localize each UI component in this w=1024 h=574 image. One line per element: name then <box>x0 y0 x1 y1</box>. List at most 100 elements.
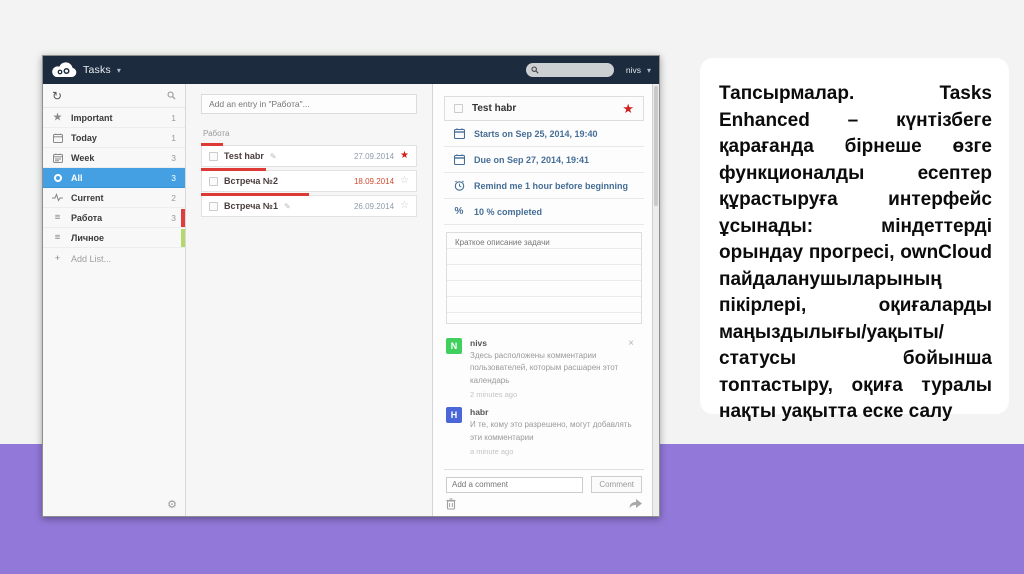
task-name: Test habr <box>224 151 264 161</box>
edit-pencil-icon[interactable]: ✎ <box>284 202 291 211</box>
forward-arrow-icon[interactable] <box>629 499 642 509</box>
sidebar-item-all[interactable]: All 3 <box>43 168 185 188</box>
task-list-panel: Работа Test habr ✎ 27.09.2014 ★ Встреча … <box>186 84 433 516</box>
comment-text: Здесь расположены комментарии пользовате… <box>470 351 619 385</box>
sidebar-item-current[interactable]: Current 2 <box>43 188 185 208</box>
user-menu-caret-icon[interactable]: ▾ <box>647 66 651 75</box>
task-checkbox[interactable] <box>454 104 463 113</box>
sidebar-item-lichnoe[interactable]: ≡ Личное <box>43 228 185 248</box>
task-row[interactable]: Встреча №1 ✎ 26.09.2014 ☆ <box>201 195 417 217</box>
search-box[interactable] <box>525 63 614 77</box>
task-item: Встреча №1 ✎ 26.09.2014 ☆ <box>201 193 417 217</box>
comment-item: N nivs Здесь расположены комментарии пол… <box>446 335 642 404</box>
task-progress-track <box>201 143 417 146</box>
add-list-button[interactable]: + Add List... <box>43 248 185 270</box>
calendar-icon <box>453 154 465 165</box>
task-checkbox[interactable] <box>209 151 218 161</box>
sidebar-item-count: 1 <box>171 132 176 143</box>
comment-author: nivs <box>470 338 488 348</box>
settings-gear-icon[interactable]: ⚙ <box>167 498 177 511</box>
progress-text: 10 % completed <box>474 206 543 217</box>
sidebar-item-today[interactable]: Today 1 <box>43 128 185 148</box>
sidebar-toolbar: ↻ <box>43 84 185 108</box>
due-date-text: Due on Sep 27, 2014, 19:41 <box>474 154 590 165</box>
avatar: N <box>446 338 462 354</box>
task-row[interactable]: Test habr ✎ 27.09.2014 ★ <box>201 145 417 167</box>
close-icon[interactable]: × <box>628 338 634 349</box>
search-input[interactable] <box>541 65 609 75</box>
star-icon[interactable]: ☆ <box>400 176 409 186</box>
slide-text-card: Тапсырмалар. Tasks Enhanced – күнтізбеге… <box>700 58 1009 426</box>
task-row[interactable]: Встреча №2 18.09.2014 ☆ <box>201 170 417 192</box>
avatar: H <box>446 407 462 424</box>
task-progress-bar <box>201 193 309 196</box>
sidebar-item-count: 3 <box>171 212 176 223</box>
app-title[interactable]: Tasks <box>83 64 111 76</box>
window-scrollbar[interactable] <box>652 84 659 516</box>
comment-author: habr <box>470 407 489 418</box>
add-task-input[interactable] <box>201 94 417 114</box>
edit-pencil-icon[interactable]: ✎ <box>270 152 277 161</box>
refresh-icon[interactable]: ↻ <box>52 89 62 103</box>
search-icon <box>531 66 539 74</box>
scrollbar-thumb[interactable] <box>654 86 658 206</box>
task-progress-bar <box>201 168 266 171</box>
percent-icon: % <box>454 206 464 217</box>
list-icon: ≡ <box>54 211 61 223</box>
circle-icon <box>52 173 63 182</box>
delete-trash-icon[interactable] <box>446 498 456 510</box>
calendar-icon <box>52 133 63 143</box>
sidebar-item-week[interactable]: Week 3 <box>43 148 185 168</box>
comment-timestamp: 2 minutes ago <box>470 390 518 400</box>
task-name: Встреча №1 <box>224 201 278 211</box>
task-detail-title: Test habr <box>472 103 517 114</box>
sidebar-item-count: 3 <box>171 172 176 183</box>
task-group-label: Работа <box>203 129 230 138</box>
due-date-row[interactable]: Due on Sep 27, 2014, 19:41 <box>444 147 644 173</box>
app-header: Tasks ▾ nivs ▾ <box>43 56 659 84</box>
add-list-label: Add List... <box>71 254 112 264</box>
add-comment-input[interactable] <box>446 476 584 493</box>
task-due-date: 18.09.2014 <box>353 176 395 186</box>
sidebar-item-rabota[interactable]: ≡ Работа 3 <box>43 208 185 228</box>
user-menu[interactable]: nivs <box>626 65 641 75</box>
sidebar-item-count: 3 <box>171 152 176 163</box>
task-item: Test habr ✎ 27.09.2014 ★ <box>201 143 417 167</box>
reminder-row[interactable]: Remind me 1 hour before beginning <box>444 173 644 199</box>
app-menu-caret-icon[interactable]: ▾ <box>117 66 121 75</box>
alarm-clock-icon <box>453 180 465 191</box>
star-icon: ★ <box>53 111 62 123</box>
owncloud-window: Tasks ▾ nivs ▾ ↻ ★ Important 1 Today 1 W… <box>42 55 660 517</box>
sidebar-item-label: Week <box>71 152 95 163</box>
sidebar-item-label: All <box>71 172 83 183</box>
detail-actions-bar <box>444 493 644 516</box>
star-icon[interactable]: ☆ <box>400 201 409 211</box>
list-icon: ≡ <box>54 231 61 243</box>
sidebar-search-icon[interactable] <box>167 91 176 100</box>
sidebar-item-important[interactable]: ★ Important 1 <box>43 108 185 128</box>
comment-timestamp: a minute ago <box>470 446 514 456</box>
comment-compose-bar: Comment <box>444 469 644 493</box>
progress-row[interactable]: % 10 % completed <box>444 199 644 225</box>
star-icon[interactable]: ★ <box>622 102 634 115</box>
sidebar: ↻ ★ Important 1 Today 1 Week 3 All 3 Cur… <box>43 84 186 516</box>
calendar-icon <box>453 128 465 139</box>
slide-description: Тапсырмалар. Tasks Enhanced – күнтізбеге… <box>719 83 992 422</box>
comment-text: И те, кому это разрешено, могут добавлят… <box>470 420 632 442</box>
sidebar-item-count: 2 <box>171 192 176 203</box>
pulse-icon <box>52 193 63 202</box>
owncloud-logo-icon <box>51 61 77 79</box>
task-progress-track <box>201 193 417 196</box>
start-date-row[interactable]: Starts on Sep 25, 2014, 19:40 <box>444 121 644 147</box>
sidebar-item-label: Личное <box>71 232 105 243</box>
task-progress-bar <box>201 143 223 146</box>
task-checkbox[interactable] <box>209 201 218 211</box>
comment-submit-button[interactable]: Comment <box>591 476 642 493</box>
task-progress-track <box>201 168 417 171</box>
sidebar-item-label: Current <box>71 192 104 203</box>
star-icon[interactable]: ★ <box>400 151 409 161</box>
plus-icon: + <box>54 253 61 265</box>
task-notes-input[interactable] <box>447 233 641 323</box>
task-checkbox[interactable] <box>209 176 218 186</box>
comments-section: N nivs Здесь расположены комментарии пол… <box>444 335 644 469</box>
